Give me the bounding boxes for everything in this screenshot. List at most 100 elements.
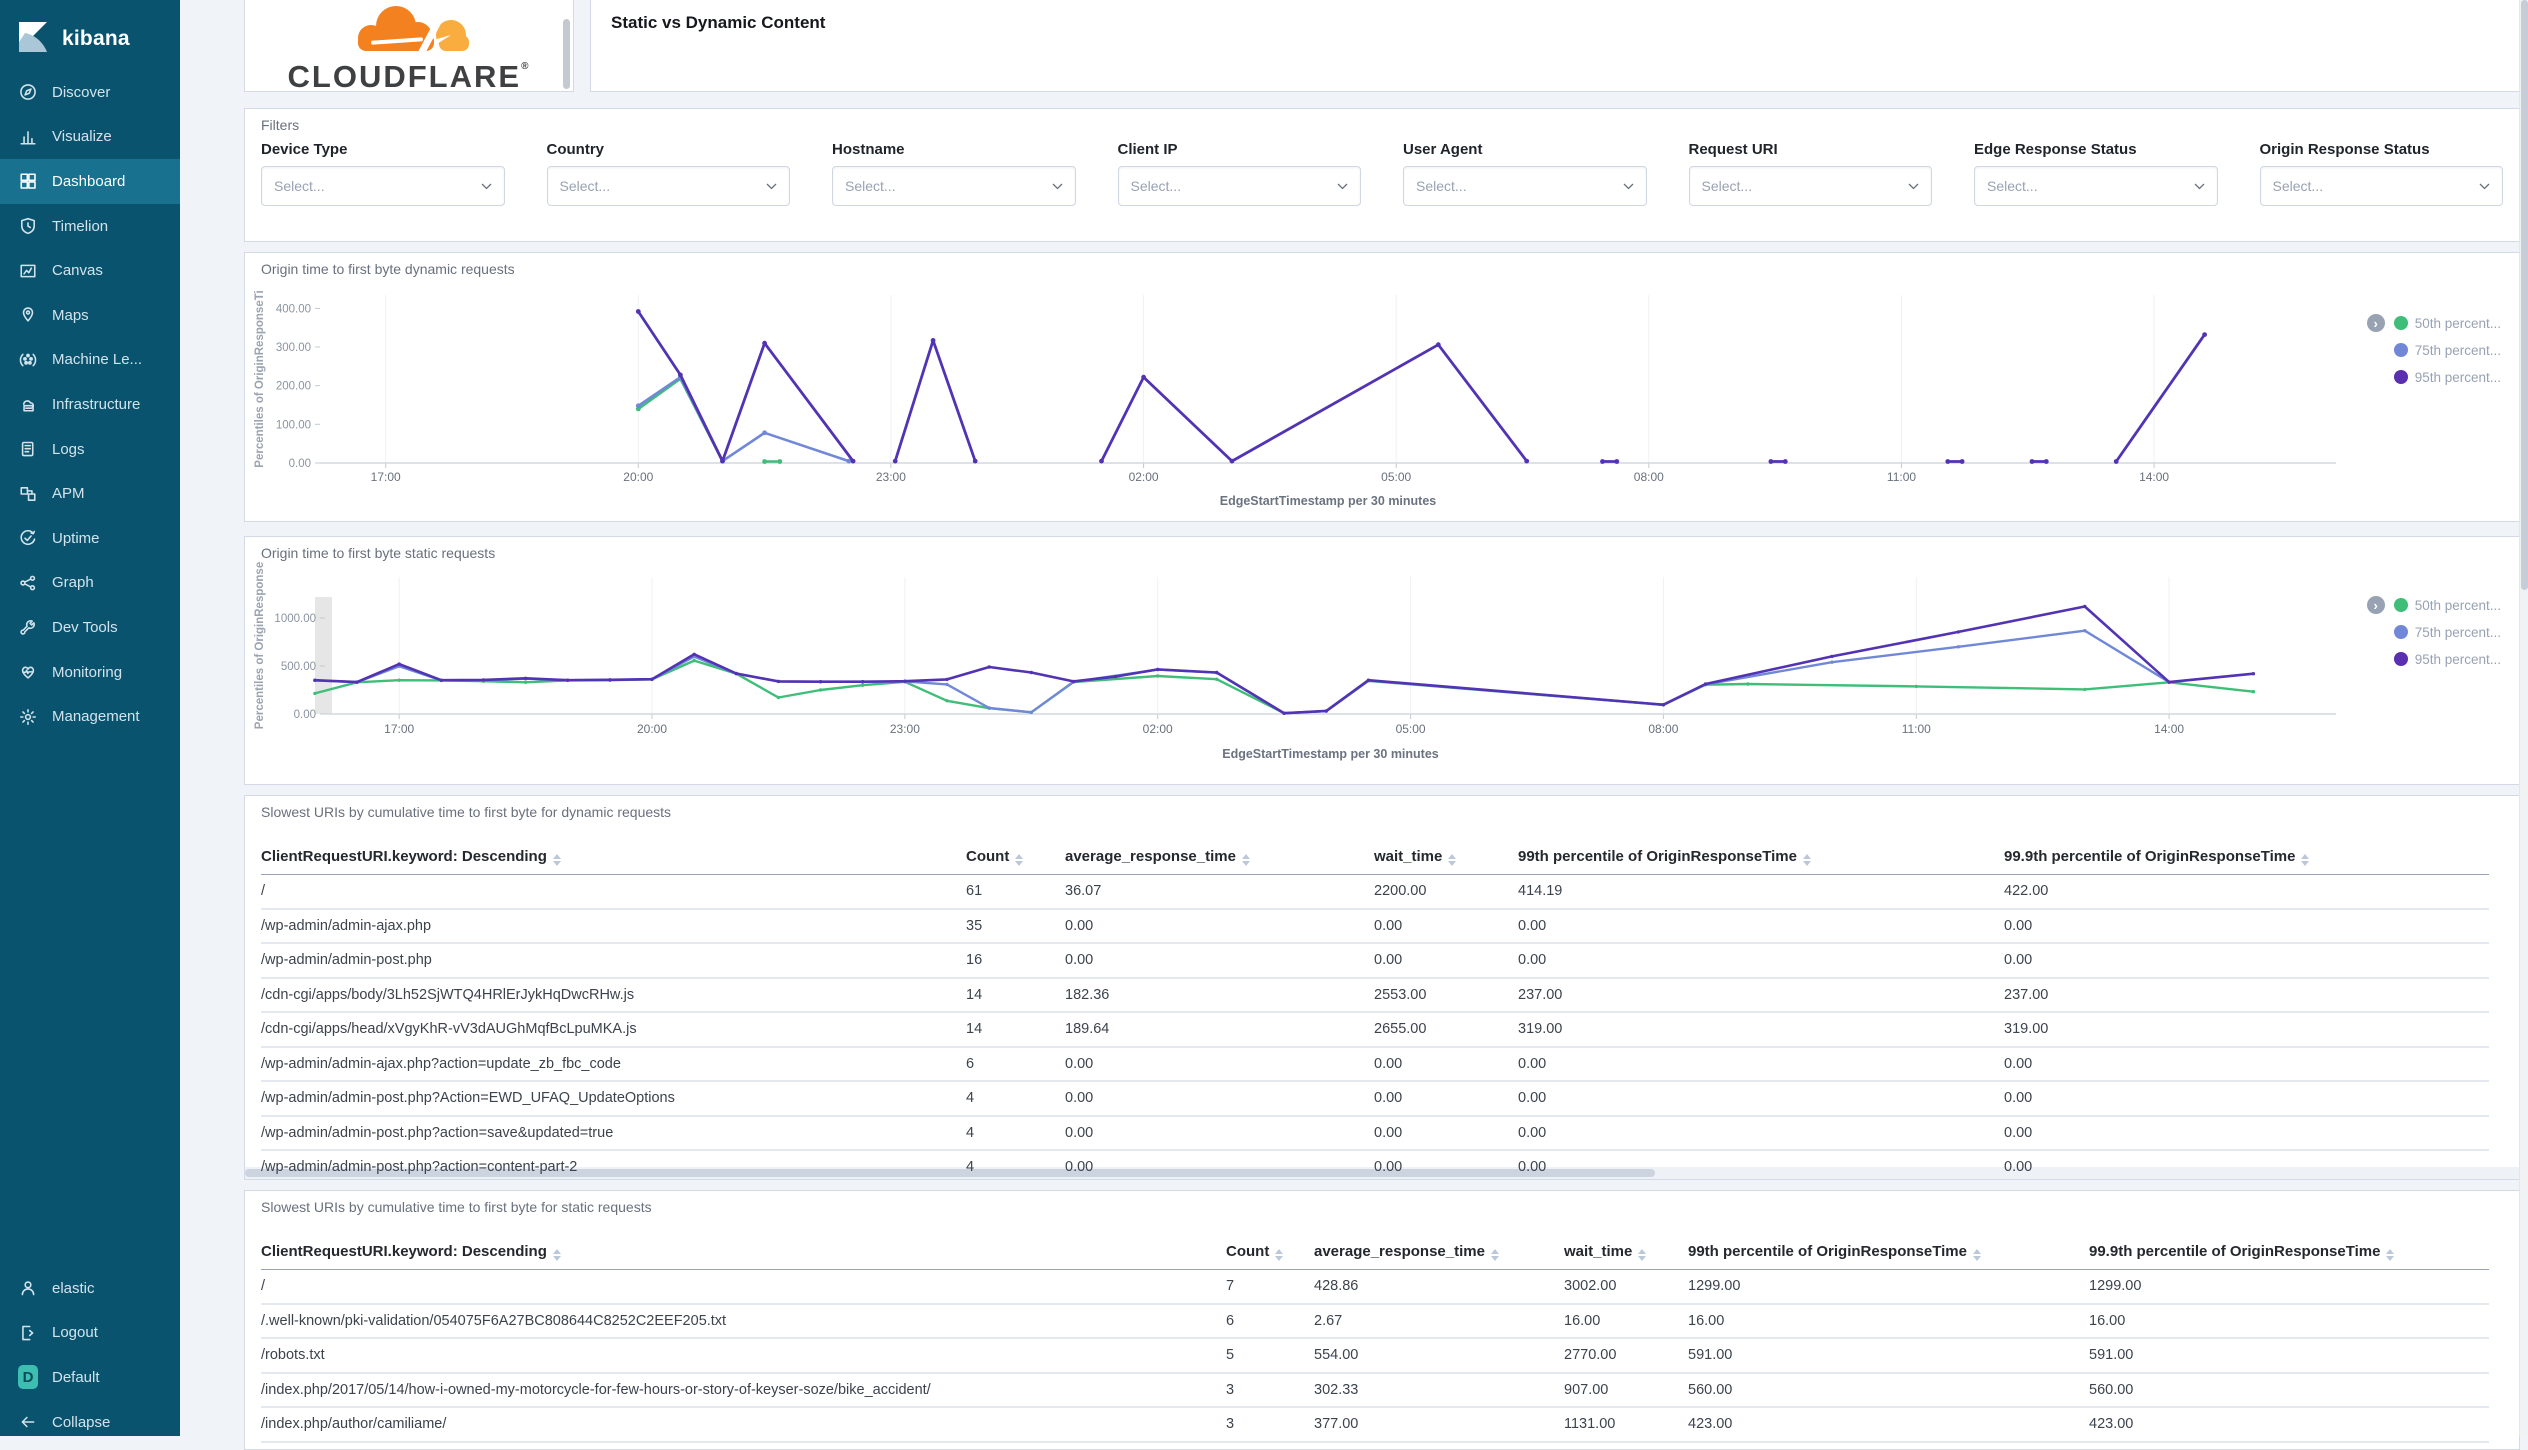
table-cell: 2.67 [1314, 1303, 1564, 1339]
sidebar-item-label: Graph [52, 574, 94, 592]
filter-select-user-agent[interactable]: Select... [1403, 166, 1647, 206]
page-vertical-scrollbar[interactable] [2519, 0, 2528, 1436]
table-row: /.well-known/pki-validation/054075F6A27B… [261, 1303, 2489, 1339]
filter-select-hostname[interactable]: Select... [832, 166, 1076, 206]
column-header[interactable]: Count [966, 840, 1065, 875]
filter-select-request-uri[interactable]: Select... [1688, 166, 1932, 206]
table-cell: 3 [1226, 1372, 1314, 1408]
legend-item[interactable]: 95th percent... [2367, 367, 2501, 387]
svg-text:05:00: 05:00 [1381, 470, 1411, 484]
table-cell: 182.36 [1065, 977, 1374, 1013]
filter-select-country[interactable]: Select... [546, 166, 790, 206]
table-row: /wp-admin/admin-ajax.php 35 0.00 0.00 0.00 0.… [261, 908, 2489, 944]
sidebar-item-timelion[interactable]: Timelion [0, 204, 180, 249]
filter-select-origin-response-status[interactable]: Select... [2259, 166, 2503, 206]
sidebar-item-machine-le[interactable]: Machine Le... [0, 338, 180, 383]
sidebar-item-label: Management [52, 708, 140, 726]
sidebar-item-label: Canvas [52, 262, 103, 280]
table-row: /wp-admin/admin-ajax.php?action=update_z… [261, 1046, 2489, 1082]
column-header[interactable]: wait_time [1564, 1235, 1688, 1270]
sidebar-item-default[interactable]: D Default [0, 1355, 180, 1400]
legend-expand-icon[interactable]: › [2366, 596, 2385, 614]
table-cell: 0.00 [1065, 1046, 1374, 1082]
sidebar-item-infrastructure[interactable]: Infrastructure [0, 382, 180, 427]
svg-text:14:00: 14:00 [2154, 722, 2184, 736]
sidebar-item-dev-tools[interactable]: Dev Tools [0, 605, 180, 650]
table-cell: 0.00 [2004, 1046, 2489, 1082]
column-header[interactable]: average_response_time [1065, 840, 1374, 875]
table-cell: 1299.00 [1688, 1269, 2089, 1305]
sidebar-item-elastic[interactable]: elastic [0, 1266, 180, 1311]
filter-select-device-type[interactable]: Select... [261, 166, 505, 206]
legend-item[interactable]: › 50th percent... [2366, 595, 2501, 615]
table-cell: 423.00 [2089, 1407, 2489, 1443]
svg-text:02:00: 02:00 [1143, 722, 1173, 736]
table-cell: 237.00 [2004, 977, 2489, 1013]
sidebar-item-collapse[interactable]: Collapse [0, 1400, 180, 1445]
table-cell: 591.00 [1688, 1338, 2089, 1374]
svg-text:02:00: 02:00 [1129, 470, 1159, 484]
svg-text:05:00: 05:00 [1396, 722, 1426, 736]
column-header[interactable]: average_response_time [1314, 1235, 1564, 1270]
sidebar-item-discover[interactable]: Discover [0, 70, 180, 115]
scroll-icon [18, 439, 38, 459]
sidebar-item-graph[interactable]: Graph [0, 561, 180, 606]
cloudflare-wordmark: CLOUDFLARE® [287, 59, 531, 94]
sidebar-item-label: Collapse [52, 1413, 111, 1431]
filters-panel: Filters Device Type Select... Country Selec… [244, 108, 2520, 242]
column-header[interactable]: 99th percentile of OriginResponseTime [1518, 840, 2004, 875]
table-cell: /wp-admin/admin-post.php [261, 943, 966, 979]
sidebar-item-visualize[interactable]: Visualize [0, 115, 180, 160]
sidebar-item-apm[interactable]: APM [0, 471, 180, 516]
legend-item[interactable]: 75th percent... [2367, 622, 2501, 642]
table-cell: /index.php/author/camiliame/ [261, 1407, 1226, 1443]
sidebar-item-maps[interactable]: Maps [0, 293, 180, 338]
legend-item[interactable]: › 50th percent... [2366, 313, 2501, 333]
line-chart[interactable]: 17:00 20:00 23:00 02:00 05:00 08:00 11:00 14:00… [245, 253, 2519, 523]
sidebar-item-logs[interactable]: Logs [0, 427, 180, 472]
sidebar-item-monitoring[interactable]: Monitoring [0, 650, 180, 695]
legend-item[interactable]: 75th percent... [2367, 340, 2501, 360]
filter-label: Edge Response Status [1974, 141, 2137, 158]
filter-group-hostname: Hostname Select... [832, 141, 1076, 206]
column-header[interactable]: ClientRequestURI.keyword: Descending [261, 840, 966, 875]
sidebar-item-uptime[interactable]: Uptime [0, 516, 180, 561]
sidebar-item-canvas[interactable]: Canvas [0, 248, 180, 293]
column-header[interactable]: 99th percentile of OriginResponseTime [1688, 1235, 2089, 1270]
chart-panel-static-requests: Origin time to first byte static request… [244, 536, 2520, 785]
svg-text:Percentiles of OriginResponse: Percentiles of OriginResponse [254, 562, 266, 729]
sidebar-item-management[interactable]: Management [0, 694, 180, 739]
column-header[interactable]: ClientRequestURI.keyword: Descending [261, 1235, 1226, 1270]
filter-select-client-ip[interactable]: Select... [1117, 166, 1361, 206]
table-row: /wp-admin/admin-post.php?Action=EWD_UFAQ… [261, 1081, 2489, 1117]
svg-text:500.00: 500.00 [281, 661, 316, 673]
sidebar-item-logout[interactable]: Logout [0, 1311, 180, 1356]
chevron-down-icon [1908, 183, 1919, 189]
sidebar-item-dashboard[interactable]: Dashboard [0, 159, 180, 204]
column-header[interactable]: 99.9th percentile of OriginResponseTime [2004, 840, 2489, 875]
markdown-panel-scrollbar[interactable] [563, 19, 570, 89]
sort-icon [2301, 853, 2310, 866]
table-cell: /robots.txt [261, 1338, 1226, 1374]
column-header[interactable]: wait_time [1374, 840, 1518, 875]
table-cell: 16 [966, 943, 1065, 979]
table-cell: 5 [1226, 1338, 1314, 1374]
sort-icon [1490, 1248, 1499, 1261]
svg-text:1000.00: 1000.00 [274, 613, 316, 625]
table-cell: 6 [1226, 1303, 1314, 1339]
sort-icon [1802, 853, 1811, 866]
column-header[interactable]: 99.9th percentile of OriginResponseTime [2089, 1235, 2489, 1270]
sort-icon [1241, 853, 1250, 866]
column-header[interactable]: Count [1226, 1235, 1314, 1270]
table-cell: 6 [966, 1046, 1065, 1082]
line-chart[interactable]: 17:00 20:00 23:00 02:00 05:00 08:00 11:00 14:00… [245, 537, 2519, 786]
table-cell: 0.00 [1374, 1115, 1518, 1151]
sort-icon [1638, 1248, 1647, 1261]
kibana-logo[interactable]: kibana [0, 0, 180, 62]
table-cell: 2770.00 [1564, 1338, 1688, 1374]
sort-icon [1015, 853, 1024, 866]
legend-expand-icon[interactable]: › [2366, 314, 2385, 332]
filter-group-user-agent: User Agent Select... [1403, 141, 1647, 206]
filter-select-edge-response-status[interactable]: Select... [1974, 166, 2218, 206]
legend-item[interactable]: 95th percent... [2367, 649, 2501, 669]
